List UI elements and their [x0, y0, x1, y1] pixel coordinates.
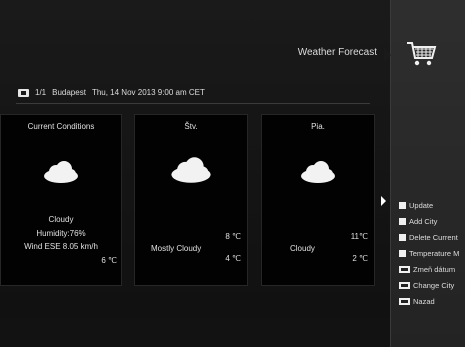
white-button-icon	[399, 249, 406, 257]
bottom-bar	[0, 318, 390, 347]
next-arrow-icon[interactable]	[381, 196, 386, 206]
wind-text: Wind ESE 8.05 km/h	[24, 242, 98, 251]
high-temp: 11℃	[350, 232, 368, 241]
cloud-icon	[44, 161, 78, 183]
condition-text: Mostly Cloudy	[151, 244, 202, 253]
menu-item-change-date[interactable]: Zmeň dátum	[399, 261, 459, 277]
menu-label: Nazad	[413, 296, 435, 306]
menu-item-change-city[interactable]: Change City	[399, 277, 459, 293]
condition-text: Cloudy	[48, 215, 74, 224]
location-info: 1/1 Budapest Thu, 14 Nov 2013 9:00 am CE…	[18, 88, 205, 97]
white-button-icon	[399, 233, 406, 241]
panel-pointer-icon	[384, 48, 391, 62]
page-title: Weather Forecast	[297, 47, 377, 58]
white-button-icon	[399, 201, 406, 209]
remote-key-icon	[399, 265, 410, 273]
menu-label: Temperature M	[409, 248, 460, 258]
cloud-icon	[171, 157, 211, 183]
condition-text: Cloudy	[290, 244, 315, 253]
temperature-text: 6 ℃	[101, 256, 117, 265]
menu-item-add-city[interactable]: Add City	[399, 213, 459, 229]
remote-key-icon	[399, 281, 410, 289]
divider	[16, 103, 370, 104]
forecast-card-day1[interactable]: Štv. 8 ℃ Mostly Cloudy 4 ℃	[134, 114, 248, 286]
menu-item-update[interactable]: Update	[399, 197, 459, 213]
high-temp: 8 ℃	[225, 232, 241, 241]
datetime: Thu, 14 Nov 2013 9:00 am CET	[91, 88, 205, 97]
city-name: Budapest	[52, 88, 86, 97]
humidity-text: Humidity:76%	[36, 229, 86, 238]
forecast-card-day2[interactable]: Pia. 11℃ Cloudy 2 ℃	[261, 114, 375, 286]
page-counter: 1/1	[35, 88, 47, 97]
menu-item-back[interactable]: Nazad	[399, 293, 459, 309]
shopping-cart-icon[interactable]	[404, 36, 438, 70]
card-heading: Štv.	[184, 122, 198, 131]
low-temp: 4 ℃	[225, 254, 241, 263]
menu-label: Add City	[409, 216, 438, 226]
menu-label: Delete Current	[409, 232, 458, 242]
options-menu: Update Add City Delete Current Temperatu…	[399, 197, 459, 309]
menu-label: Update	[409, 200, 434, 210]
card-heading: Current Conditions	[27, 122, 95, 131]
low-temp: 2 ℃	[352, 254, 368, 263]
current-conditions-card[interactable]: Current Conditions Cloudy Humidity:76% W…	[0, 114, 122, 286]
card-heading: Pia.	[311, 122, 325, 131]
menu-label: Change City	[413, 280, 455, 290]
menu-item-delete-current[interactable]: Delete Current	[399, 229, 459, 245]
remote-key-icon	[399, 297, 410, 305]
menu-label: Zmeň dátum	[413, 264, 456, 274]
menu-item-temperature[interactable]: Temperature M	[399, 245, 459, 261]
remote-key-icon	[18, 88, 29, 97]
white-button-icon	[399, 217, 406, 225]
cloud-icon	[301, 161, 335, 183]
